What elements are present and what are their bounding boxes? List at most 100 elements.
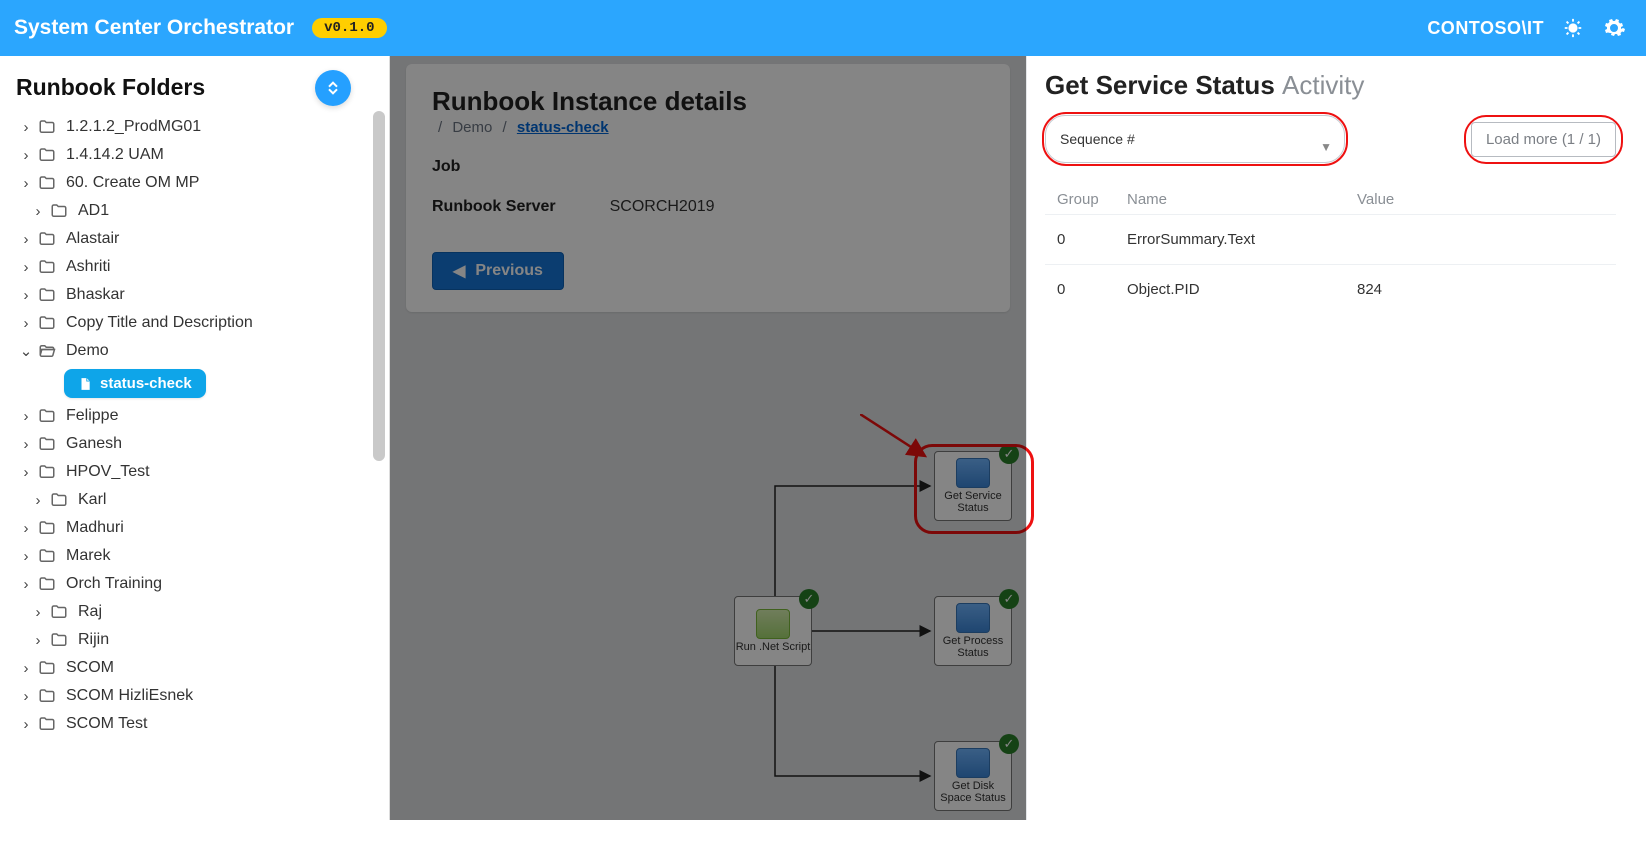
folder-icon bbox=[38, 286, 58, 304]
folder-label: Ashriti bbox=[66, 258, 357, 276]
tree-folder[interactable]: ›Ganesh bbox=[8, 430, 365, 458]
tree-scrollbar[interactable] bbox=[373, 111, 385, 461]
sidebar-collapse-button[interactable] bbox=[315, 70, 351, 106]
tree-folder[interactable]: › 60. Create OM MP bbox=[8, 169, 365, 197]
tree-folder[interactable]: › 1.2.1.2_ProdMG01 bbox=[8, 113, 365, 141]
folder-label: Ganesh bbox=[66, 435, 357, 453]
sidebar: Runbook Folders ›1.2.1.2_ProdMG01›1.4.14… bbox=[0, 56, 390, 820]
status-ok-icon: ✓ bbox=[799, 589, 819, 609]
tree-folder[interactable]: › HPOV_Test bbox=[8, 458, 365, 486]
tree-folder[interactable]: ›1.4.14.2 UAM bbox=[8, 141, 365, 169]
activity-table: Group Name Value 0ErrorSummary.Text0Obje… bbox=[1045, 185, 1616, 314]
tree-folder[interactable]: ›Bhaskar bbox=[8, 281, 365, 309]
folder-label: 1.2.1.2_ProdMG01 bbox=[66, 118, 357, 136]
folder-icon bbox=[38, 118, 58, 136]
chevron-right-icon: › bbox=[16, 716, 36, 733]
chevron-right-icon: › bbox=[16, 119, 36, 136]
tree-folder[interactable]: › Raj bbox=[8, 598, 365, 626]
chevron-right-icon: › bbox=[16, 660, 36, 677]
folder-icon bbox=[50, 202, 70, 220]
tree-folder[interactable]: ›Orch Training bbox=[8, 570, 365, 598]
chevron-right-icon: › bbox=[16, 688, 36, 705]
folder-label: Karl bbox=[78, 491, 357, 509]
chevron-right-icon: › bbox=[28, 604, 48, 621]
chevron-right-icon: › bbox=[28, 203, 48, 220]
folder-icon bbox=[38, 174, 58, 192]
tree-folder[interactable]: › AD1 bbox=[8, 197, 365, 225]
tree-folder[interactable]: › Ashriti bbox=[8, 253, 365, 281]
sequence-dropdown[interactable]: Sequence # ▼ bbox=[1045, 115, 1345, 163]
table-row[interactable]: 0ErrorSummary.Text bbox=[1045, 214, 1616, 264]
crumb-parent[interactable]: Demo bbox=[452, 119, 492, 136]
folder-label: Orch Training bbox=[66, 575, 357, 593]
tree-folder[interactable]: ›SCOM HizliEsnek bbox=[8, 682, 365, 710]
folder-tree[interactable]: ›1.2.1.2_ProdMG01›1.4.14.2 UAM›60. Creat… bbox=[0, 111, 389, 758]
tree-folder[interactable]: › Felippe bbox=[8, 402, 365, 430]
chevron-down-icon: ⌄ bbox=[16, 342, 36, 360]
folder-icon bbox=[50, 491, 70, 509]
tree-folder[interactable]: ›Marek bbox=[8, 542, 365, 570]
chevron-right-icon: › bbox=[16, 408, 36, 425]
node-get-disk-space-status[interactable]: ✓ Get Disk Space Status bbox=[934, 741, 1012, 811]
status-ok-icon: ✓ bbox=[999, 734, 1019, 754]
chevron-right-icon: › bbox=[16, 287, 36, 304]
tree-folder[interactable]: ›Rijin bbox=[8, 626, 365, 654]
job-label: Job bbox=[432, 158, 460, 175]
details-title: Runbook Instance details bbox=[432, 86, 984, 117]
workflow-canvas[interactable]: ✓ Run .Net Script ✓ Get Service Status ✓… bbox=[390, 366, 1026, 820]
tree-folder[interactable]: › Karl bbox=[8, 486, 365, 514]
node-run-net-script[interactable]: ✓ Run .Net Script bbox=[734, 596, 812, 666]
folder-icon bbox=[38, 146, 58, 164]
tree-folder[interactable]: › SCOM Test bbox=[8, 710, 365, 738]
chevron-right-icon: › bbox=[16, 259, 36, 276]
status-ok-icon: ✓ bbox=[999, 589, 1019, 609]
folder-label: AD1 bbox=[78, 202, 357, 220]
chevron-right-icon: › bbox=[16, 464, 36, 481]
chevron-right-icon: › bbox=[28, 492, 48, 509]
folder-icon bbox=[38, 407, 58, 425]
cell-name: Object.PID bbox=[1127, 281, 1357, 298]
folder-label: 1.4.14.2 UAM bbox=[66, 146, 357, 164]
tree-folder[interactable]: › SCOM bbox=[8, 654, 365, 682]
app-brand: System Center Orchestrator bbox=[14, 16, 294, 40]
folder-icon bbox=[38, 230, 58, 248]
annotation-highlight-node bbox=[914, 444, 1034, 534]
chevron-right-icon: › bbox=[16, 175, 36, 192]
tree-folder[interactable]: ›Copy Title and Description bbox=[8, 309, 365, 337]
cell-group: 0 bbox=[1057, 281, 1127, 298]
node-get-process-status[interactable]: ✓ Get Process Status bbox=[934, 596, 1012, 666]
table-row[interactable]: 0Object.PID824 bbox=[1045, 264, 1616, 314]
folder-label: 60. Create OM MP bbox=[66, 174, 357, 192]
version-badge: v0.1.0 bbox=[312, 18, 386, 38]
tree-folder[interactable]: ›Alastair bbox=[8, 225, 365, 253]
tree-folder[interactable]: ›Madhuri bbox=[8, 514, 365, 542]
folder-label: Rijin bbox=[78, 631, 357, 649]
previous-button[interactable]: ◀ Previous bbox=[432, 252, 564, 290]
folder-icon bbox=[38, 687, 58, 705]
load-more-button[interactable]: Load more (1 / 1) bbox=[1471, 122, 1616, 157]
folder-label: HPOV_Test bbox=[66, 463, 357, 481]
server-value: SCORCH2019 bbox=[610, 198, 715, 216]
process-icon bbox=[956, 603, 990, 633]
folder-label: Felippe bbox=[66, 407, 357, 425]
bug-icon[interactable] bbox=[1562, 17, 1584, 39]
folder-label: SCOM Test bbox=[66, 715, 357, 733]
folder-label: Raj bbox=[78, 603, 357, 621]
tree-file-selected[interactable]: status-check bbox=[64, 369, 206, 398]
folder-icon bbox=[50, 603, 70, 621]
crumb-current[interactable]: status-check bbox=[517, 119, 609, 136]
tree-folder[interactable]: ⌄ Demo bbox=[8, 337, 365, 365]
folder-icon bbox=[38, 575, 58, 593]
details-card: Runbook Instance details / Demo / status… bbox=[406, 64, 1010, 312]
folder-icon bbox=[50, 631, 70, 649]
chevron-right-icon: › bbox=[16, 548, 36, 565]
node-get-service-status[interactable]: ✓ Get Service Status bbox=[934, 451, 1012, 521]
folder-label: Demo bbox=[66, 342, 357, 360]
folder-label: SCOM bbox=[66, 659, 357, 677]
folder-icon bbox=[38, 314, 58, 332]
service-icon bbox=[956, 458, 990, 488]
gear-icon[interactable] bbox=[1602, 16, 1626, 40]
table-header: Group Name Value bbox=[1045, 185, 1616, 214]
chevron-down-icon: ▼ bbox=[1320, 140, 1332, 154]
chevron-right-icon: › bbox=[16, 315, 36, 332]
